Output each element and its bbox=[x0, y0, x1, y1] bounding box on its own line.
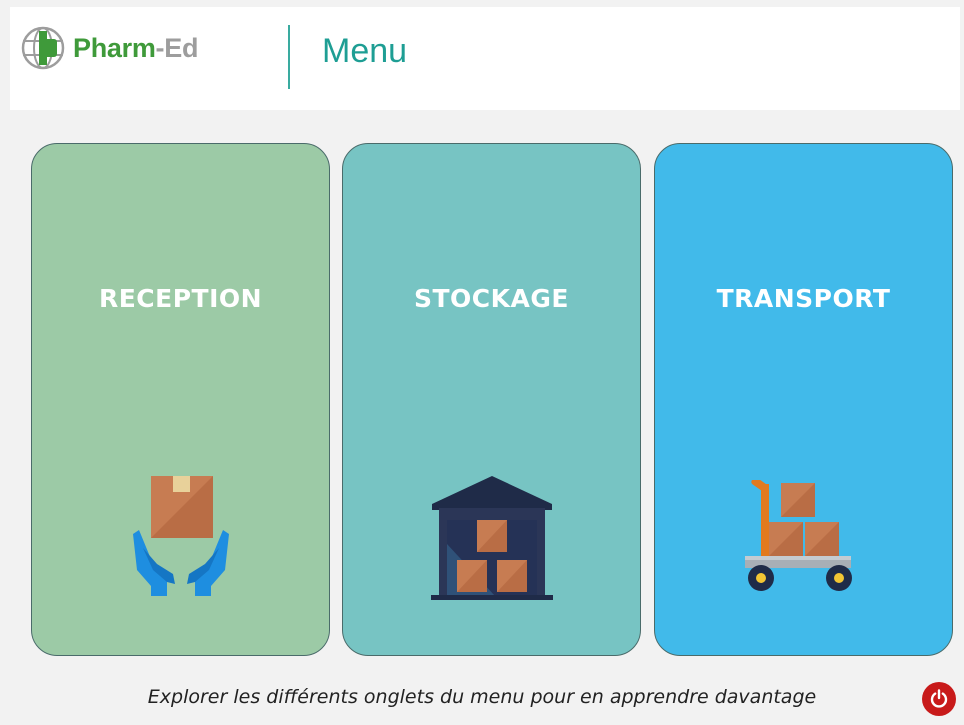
box-in-hands-icon bbox=[132, 476, 229, 596]
globe-plus-icon bbox=[21, 26, 65, 70]
power-icon bbox=[930, 689, 948, 708]
footer-instruction-text: Explorer les différents onglets du menu … bbox=[147, 686, 817, 708]
stockage-card[interactable]: STOCKAGE bbox=[342, 143, 641, 656]
reception-card-label: RECEPTION bbox=[98, 284, 263, 313]
stockage-card-label: STOCKAGE bbox=[414, 284, 569, 313]
header-divider bbox=[288, 25, 290, 89]
warehouse-icon bbox=[430, 476, 553, 600]
page-title: Menu bbox=[322, 32, 408, 70]
hand-truck-icon bbox=[745, 480, 852, 591]
power-button[interactable] bbox=[922, 682, 956, 716]
transport-card[interactable]: TRANSPORT bbox=[654, 143, 953, 656]
header-bar: Pharm-Ed Menu bbox=[10, 7, 960, 110]
reception-card[interactable]: RECEPTION bbox=[31, 143, 330, 656]
transport-card-label: TRANSPORT bbox=[716, 284, 891, 313]
pharm-ed-logo[interactable]: Pharm-Ed bbox=[20, 25, 198, 71]
logo-text: Pharm-Ed bbox=[73, 32, 199, 63]
